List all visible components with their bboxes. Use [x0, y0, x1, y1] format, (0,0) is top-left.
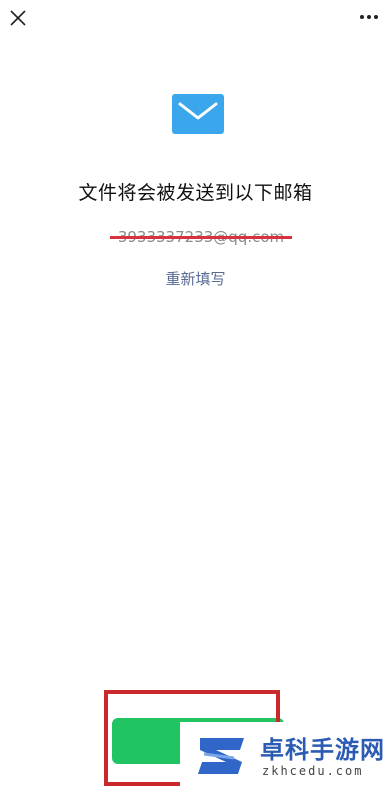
watermark-subtitle: zkhcedu.com — [262, 764, 364, 778]
watermark-title: 卓科手游网 — [260, 735, 385, 764]
watermark: 卓科手游网 zkhcedu.com — [180, 722, 391, 792]
close-icon — [10, 10, 26, 26]
close-button[interactable] — [8, 8, 28, 28]
watermark-logo-icon — [198, 738, 244, 774]
envelope-icon — [172, 94, 224, 134]
rewrite-email-link[interactable]: 重新填写 — [0, 268, 391, 289]
page-title: 文件将会被发送到以下邮箱 — [78, 182, 313, 204]
redaction-mark — [110, 236, 292, 239]
more-options-button[interactable] — [357, 8, 381, 26]
more-icon — [360, 15, 378, 19]
